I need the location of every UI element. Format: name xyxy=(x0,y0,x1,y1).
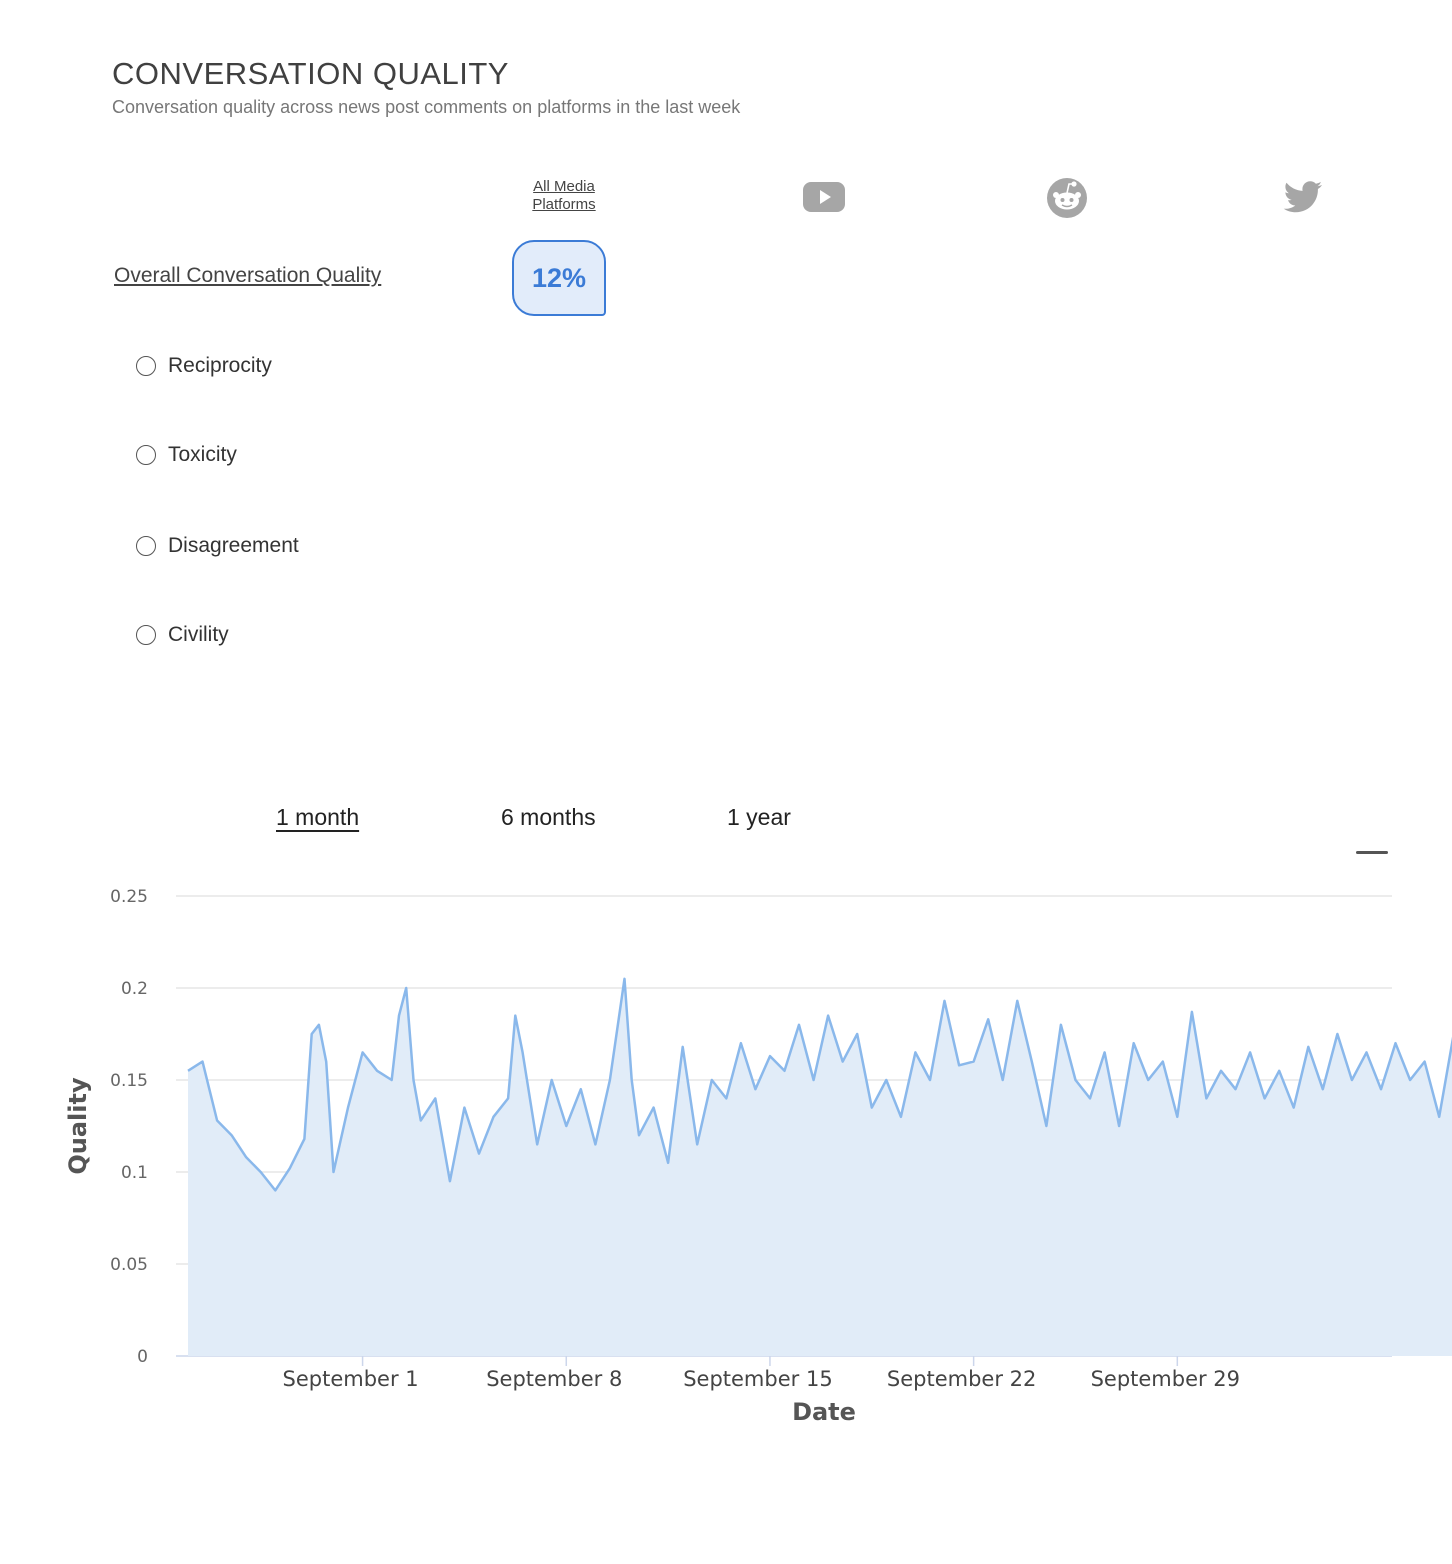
metric-option-disagreement[interactable]: Disagreement xyxy=(136,534,299,558)
metric-label: Toxicity xyxy=(168,443,237,466)
page-title: CONVERSATION QUALITY xyxy=(112,56,509,91)
reddit-icon[interactable] xyxy=(1045,176,1089,220)
range-tab-6-months[interactable]: 6 months xyxy=(501,804,596,831)
range-tab-1-month[interactable]: 1 month xyxy=(276,804,359,831)
platform-tab-all-line1: All Media xyxy=(533,178,595,195)
radio-button[interactable] xyxy=(136,536,156,556)
overall-score-value: 12% xyxy=(531,262,587,293)
metric-label: Disagreement xyxy=(168,534,299,557)
y-tick-label: 0.25 xyxy=(110,887,148,907)
radio-button[interactable] xyxy=(136,356,156,376)
x-tick-label: September 29 xyxy=(1091,1367,1240,1391)
metric-option-toxicity[interactable]: Toxicity xyxy=(136,443,237,467)
metric-option-reciprocity[interactable]: Reciprocity xyxy=(136,354,272,378)
range-tab-1-year[interactable]: 1 year xyxy=(727,804,791,831)
platform-tab-all-line2: Platforms xyxy=(532,196,596,213)
x-tick-label: September 8 xyxy=(486,1367,622,1391)
overall-score-box[interactable]: 12% xyxy=(512,240,606,316)
y-tick-label: 0.15 xyxy=(110,1071,148,1091)
overall-quality-label[interactable]: Overall Conversation Quality xyxy=(114,264,381,288)
x-tick-label: September 15 xyxy=(683,1367,832,1391)
y-tick-label: 0.2 xyxy=(121,979,148,999)
y-tick-label: 0.1 xyxy=(121,1163,148,1183)
x-tick-label: September 1 xyxy=(283,1367,419,1391)
twitter-icon[interactable] xyxy=(1281,176,1325,220)
metric-option-civility[interactable]: Civility xyxy=(136,623,229,647)
metric-label: Civility xyxy=(168,623,229,646)
quality-chart: 0 0.05 0.1 0.15 0.2 0.25 September 1 September … xyxy=(64,887,1452,1426)
chart-menu-button[interactable] xyxy=(1356,851,1388,854)
y-tick-label: 0.05 xyxy=(110,1255,148,1275)
radio-button[interactable] xyxy=(136,445,156,465)
x-tick-label: September 22 xyxy=(887,1367,1036,1391)
radio-button[interactable] xyxy=(136,625,156,645)
youtube-icon[interactable] xyxy=(802,176,846,220)
series-area-fill xyxy=(188,978,1452,1356)
y-tick-label: 0 xyxy=(137,1347,148,1367)
platform-tab-all[interactable]: All Media Platforms xyxy=(518,178,610,214)
metric-label: Reciprocity xyxy=(168,354,272,377)
page-subtitle: Conversation quality across news post co… xyxy=(112,97,741,117)
y-axis-title: Quality xyxy=(64,1077,92,1175)
x-axis-title: Date xyxy=(792,1398,856,1426)
